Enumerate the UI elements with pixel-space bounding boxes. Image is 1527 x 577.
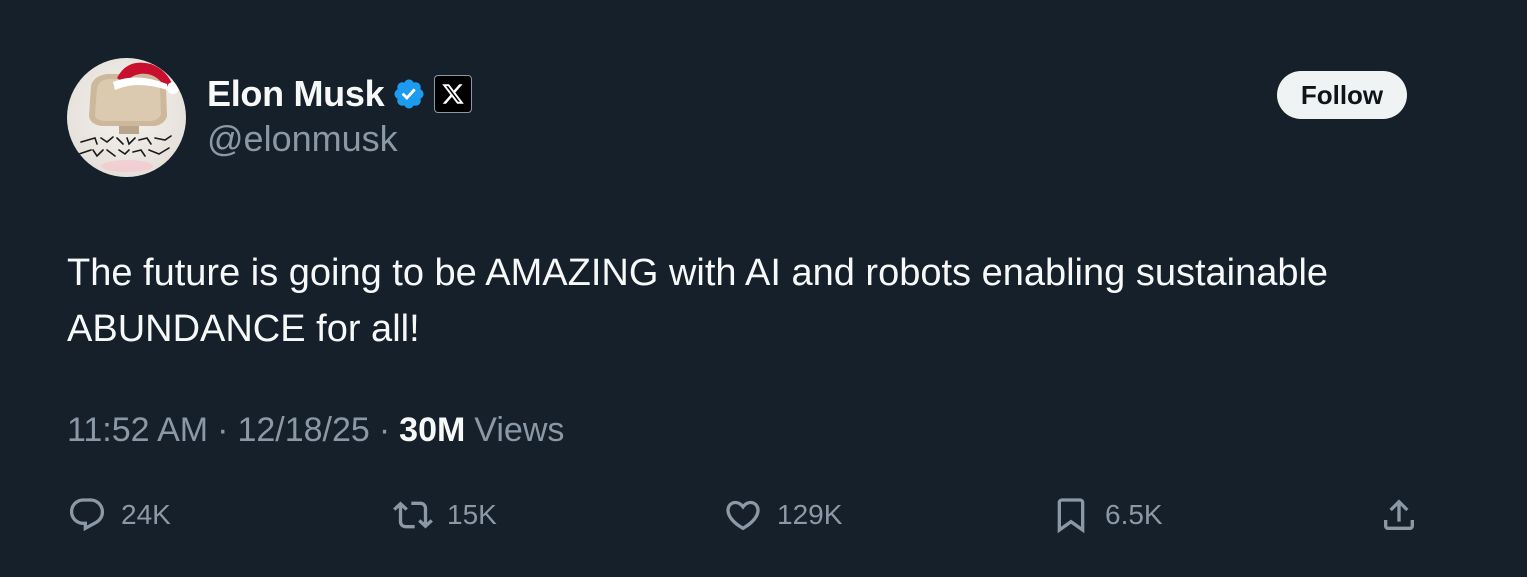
tweet-meta: 11:52 AM · 12/18/25 · 30M Views bbox=[67, 411, 564, 450]
tweet-time[interactable]: 11:52 AM bbox=[67, 411, 208, 450]
author-name-row: Elon Musk bbox=[207, 72, 473, 116]
verified-badge-icon bbox=[392, 77, 426, 111]
tweet-card: Elon Musk @elonmusk Follow The future is… bbox=[0, 0, 1527, 577]
bookmark-icon bbox=[1057, 498, 1085, 534]
reply-count: 24K bbox=[121, 499, 171, 530]
author-display-name[interactable]: Elon Musk bbox=[207, 73, 385, 115]
bookmark-button[interactable]: 6.5K bbox=[1051, 495, 1163, 535]
x-logo-icon[interactable] bbox=[434, 75, 473, 113]
repost-count: 15K bbox=[447, 499, 497, 530]
follow-button[interactable]: Follow bbox=[1277, 71, 1407, 119]
avatar-caption bbox=[78, 135, 172, 158]
meta-separator: · bbox=[217, 411, 229, 449]
reply-icon bbox=[69, 498, 105, 532]
like-count: 129K bbox=[777, 499, 843, 530]
avatar-image bbox=[78, 62, 179, 172]
tweet-date[interactable]: 12/18/25 bbox=[237, 411, 369, 450]
repost-icon bbox=[393, 501, 433, 529]
tweet-text: The future is going to be AMAZING with A… bbox=[67, 252, 1329, 350]
like-button[interactable]: 129K bbox=[723, 495, 842, 535]
meta-separator: · bbox=[378, 411, 391, 449]
views-label: Views bbox=[474, 411, 565, 449]
avatar[interactable] bbox=[67, 58, 186, 177]
heart-icon bbox=[726, 500, 760, 531]
share-button[interactable] bbox=[1379, 495, 1419, 535]
reply-button[interactable]: 24K bbox=[67, 495, 171, 535]
repost-button[interactable]: 15K bbox=[393, 495, 497, 535]
share-icon bbox=[1384, 499, 1414, 530]
bookmark-count: 6.5K bbox=[1105, 499, 1163, 530]
views-count[interactable]: 30M bbox=[399, 411, 465, 450]
author-handle[interactable]: @elonmusk bbox=[207, 118, 398, 160]
